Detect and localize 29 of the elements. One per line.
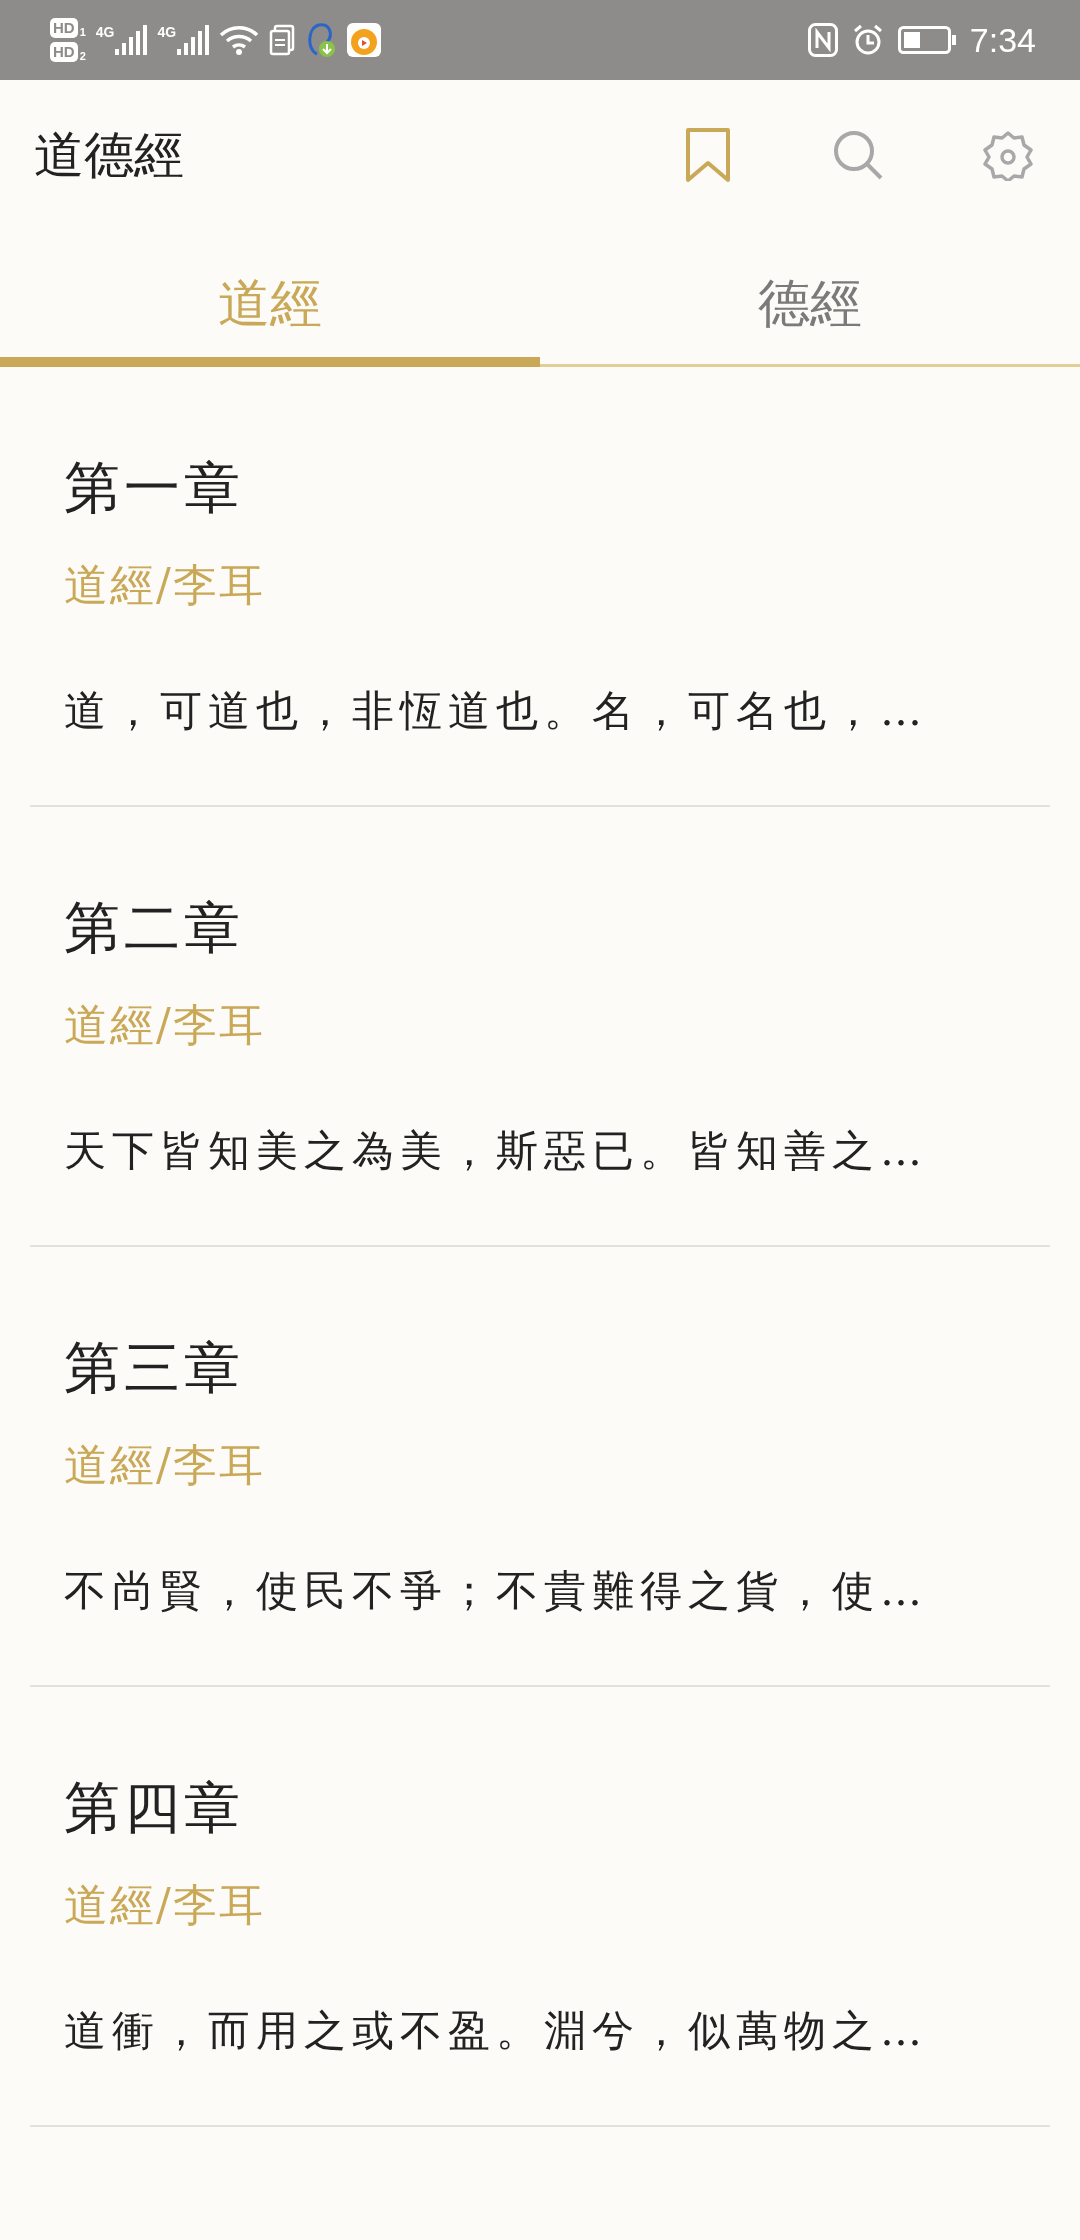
chapter-title[interactable]: 第四章 — [64, 1773, 1016, 1843]
chapter-excerpt: 天下皆知美之為美，斯惡已。皆知善之… — [64, 1125, 929, 1177]
chapter-source: 道經/李耳 — [64, 998, 266, 1052]
sim-index: 2 — [79, 50, 86, 62]
chapter-title[interactable]: 第二章 — [64, 893, 1016, 963]
nfc-icon — [807, 23, 838, 57]
tab[interactable]: 德經 — [540, 230, 1080, 367]
chapter-excerpt: 道衝，而用之或不盈。淵兮，似萬物之… — [64, 2005, 929, 2057]
battery-icon — [897, 26, 956, 54]
chapter-title[interactable]: 第三章 — [64, 1333, 1016, 1403]
clock: 7:34 — [969, 20, 1036, 60]
chapter-source: 道經/李耳 — [64, 1878, 266, 1932]
signal-icon — [177, 25, 210, 55]
sim-index: 1 — [79, 26, 86, 38]
network-type: 4G — [95, 25, 115, 39]
chapter-excerpt: 不尚賢，使民不爭；不貴難得之貨，使… — [64, 1565, 929, 1617]
chapter-excerpt: 道，可道也，非恆道也。名，可名也，… — [64, 685, 929, 737]
chapter-source: 道經/李耳 — [64, 558, 266, 612]
chapter-source: 道經/李耳 — [64, 1438, 266, 1492]
chapter-title[interactable]: 第一章 — [64, 453, 1016, 523]
sim-badge: HD — [50, 42, 78, 62]
download-icon — [305, 22, 338, 58]
app-title: 道德經 — [34, 124, 184, 186]
network-type: 4G — [157, 25, 177, 39]
sim-badge: HD — [50, 18, 78, 38]
document-icon — [269, 24, 296, 56]
signal-icon — [115, 25, 148, 55]
alarm-icon — [851, 24, 884, 56]
wifi-icon — [219, 24, 260, 56]
